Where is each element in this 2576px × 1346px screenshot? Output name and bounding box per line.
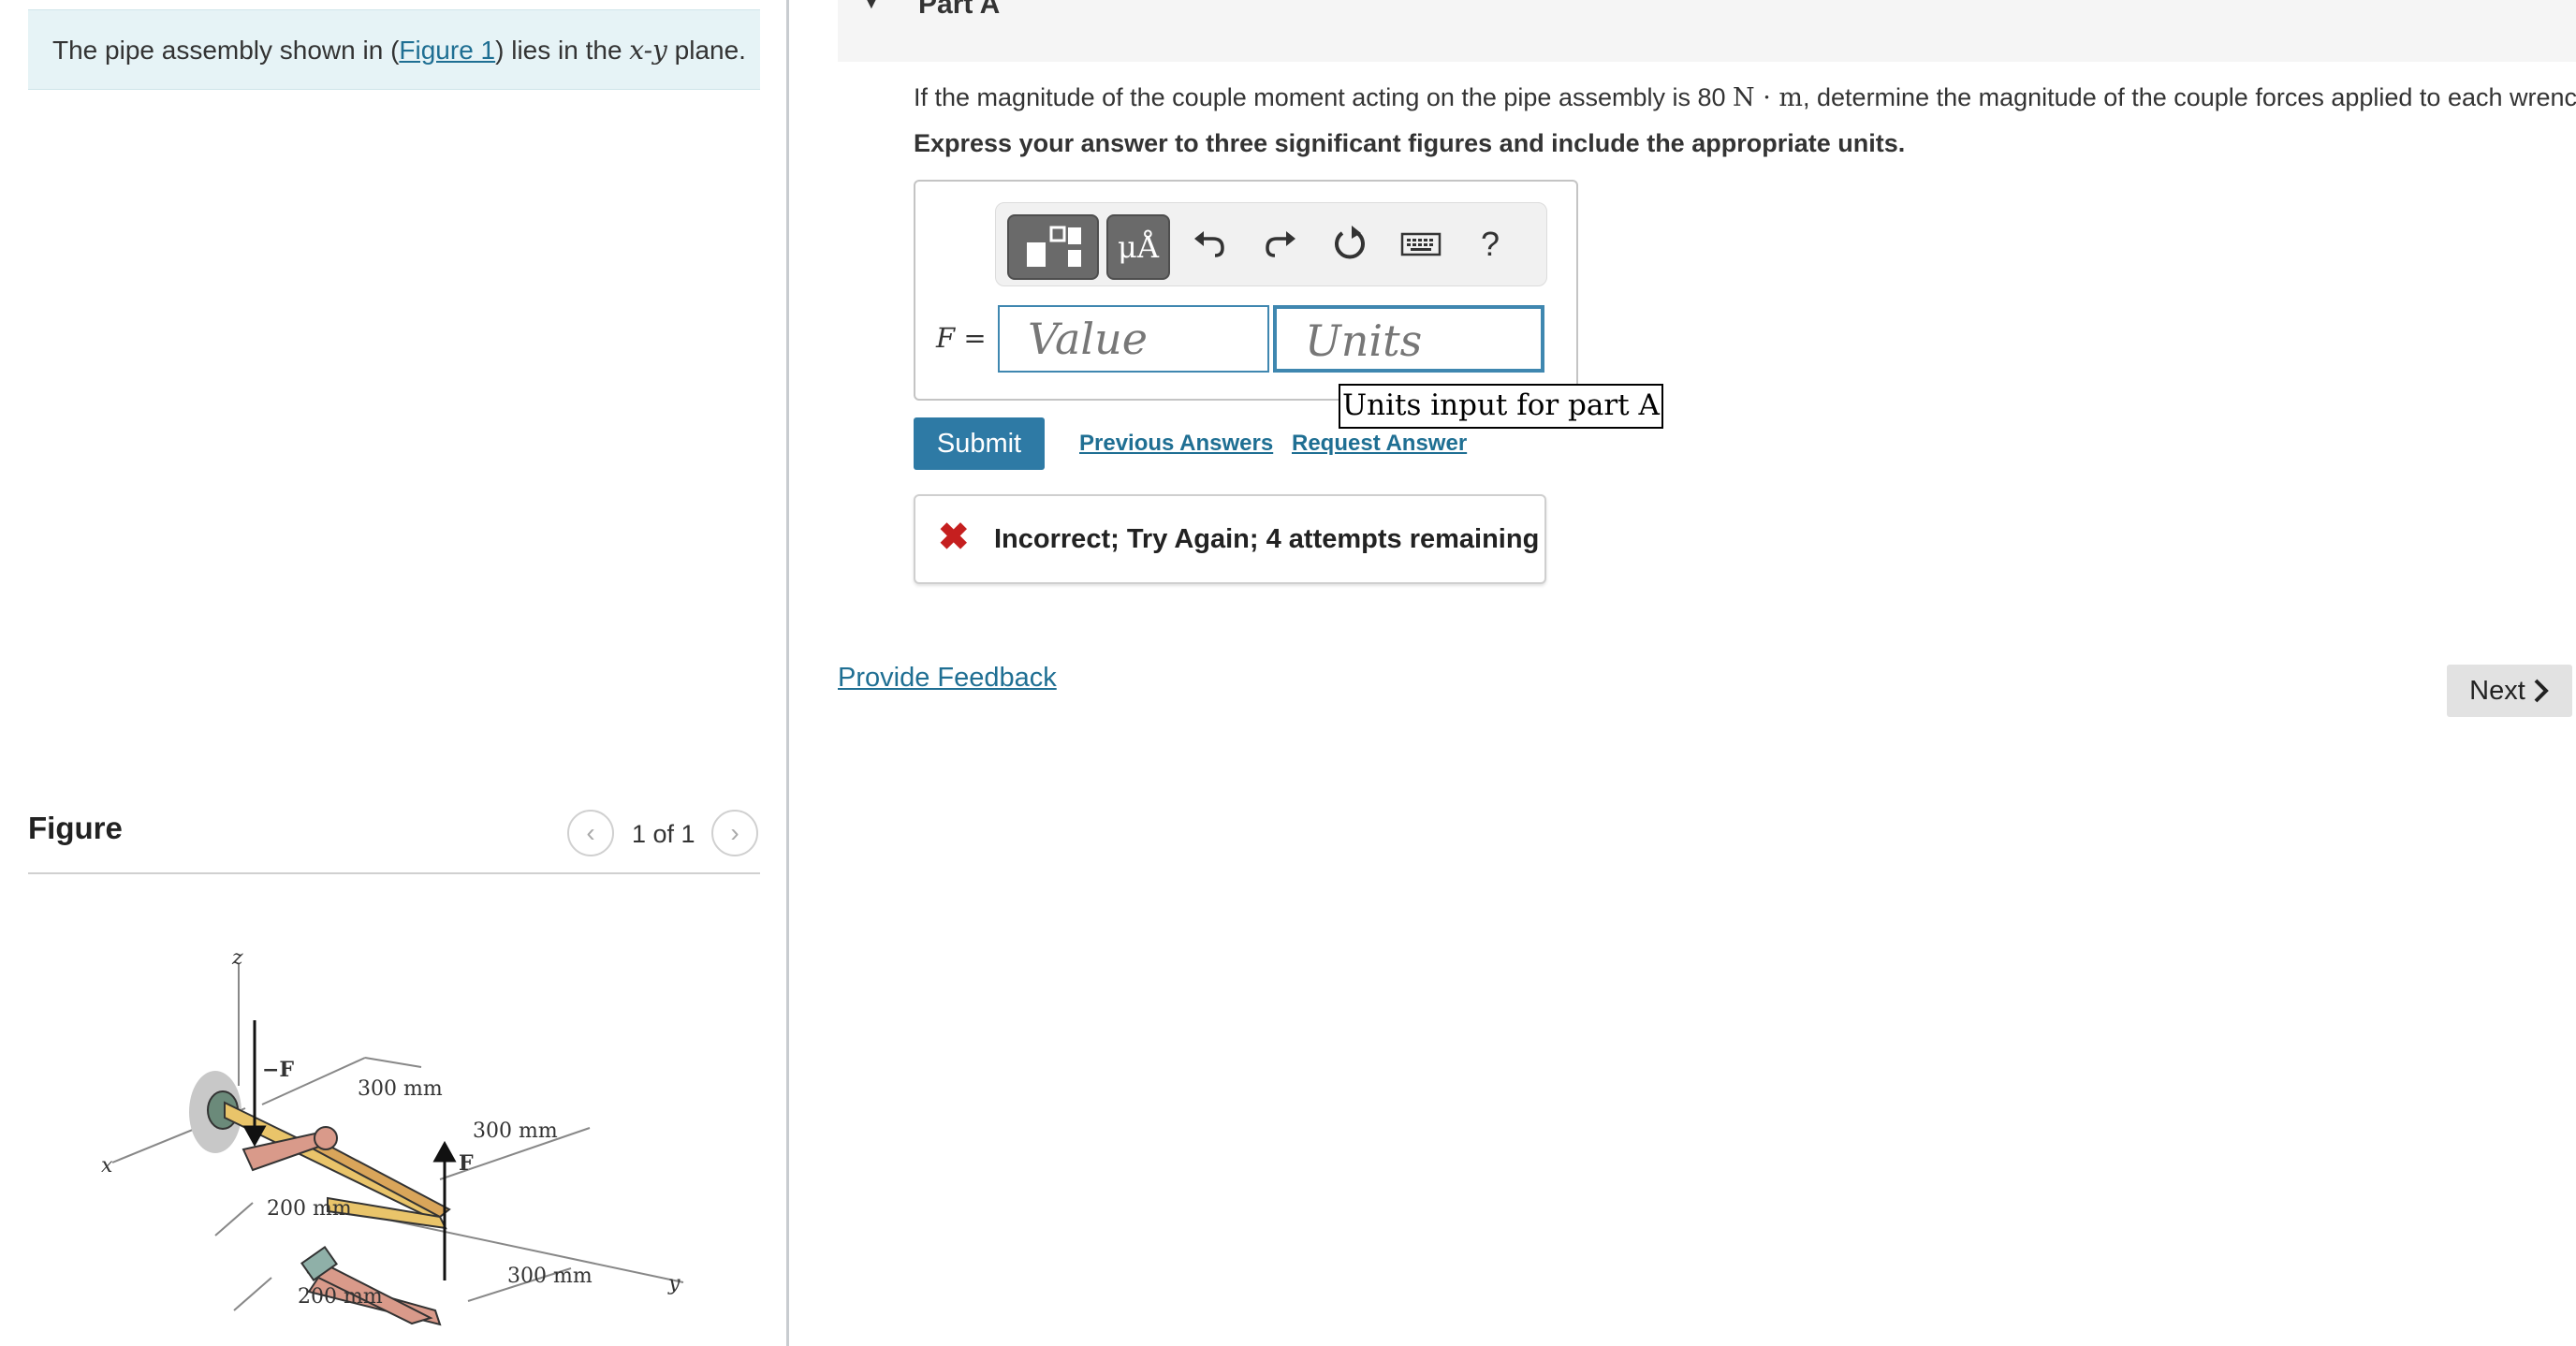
dimension-label: 200 mm	[267, 1197, 352, 1221]
units-input[interactable]: Units	[1273, 305, 1544, 373]
collapse-caret-icon[interactable]: ▼	[862, 0, 881, 14]
templates-icon	[1027, 226, 1081, 267]
figure-counter: 1 of 1	[632, 820, 695, 848]
intro-text-middle: ) lies in the	[495, 36, 630, 65]
provide-feedback-link[interactable]: Provide Feedback	[838, 663, 1057, 694]
force-label: F	[459, 1151, 474, 1176]
chevron-left-icon: ‹	[586, 818, 595, 847]
chevron-right-icon	[2534, 679, 2549, 703]
instruction-text: Express your answer to three significant…	[914, 129, 1906, 157]
question-text: If the magnitude of the couple moment ac…	[914, 80, 2576, 115]
submit-button[interactable]: Submit	[914, 417, 1045, 470]
units-button[interactable]: μÅ	[1106, 214, 1170, 280]
help-button[interactable]: ?	[1464, 218, 1516, 271]
question-after: , determine the magnitude of the couple …	[1803, 83, 2576, 111]
figure-header: Figure ‹ 1 of 1 ›	[28, 807, 760, 874]
templates-button[interactable]	[1007, 214, 1099, 280]
help-icon: ?	[1480, 225, 1500, 263]
y-axis-label: y	[667, 1272, 681, 1295]
redo-button[interactable]	[1254, 218, 1307, 271]
reset-icon	[1335, 226, 1365, 259]
next-figure-button[interactable]: ›	[711, 810, 758, 856]
neg-force-label: −F	[262, 1058, 294, 1082]
error-x-icon: ✖	[938, 517, 970, 558]
intro-text-after: plane.	[666, 36, 746, 65]
question-before: If the magnitude of the couple moment ac…	[914, 83, 1734, 111]
previous-answers-link[interactable]: Previous Answers	[1079, 431, 1273, 457]
intro-text: The pipe assembly shown in (Figure 1) li…	[52, 35, 746, 66]
pipe-assembly-figure: z x y −F F 300 mm 300 mm 300 mm 200 mm 2…	[101, 946, 684, 1326]
units-icon: μÅ	[1118, 229, 1159, 265]
units-tooltip: Units input for part A	[1339, 384, 1663, 429]
dimension-label: 200 mm	[298, 1285, 383, 1309]
question-unit: N · m	[1733, 83, 1804, 112]
math-toolbar: μÅ ?	[995, 202, 1547, 286]
problem-intro: The pipe assembly shown in (Figure 1) li…	[28, 9, 760, 90]
figure-title: Figure	[28, 811, 123, 845]
dimension-label: 300 mm	[358, 1077, 443, 1101]
plane-variable: x-y	[629, 35, 667, 66]
part-title: Part A	[918, 0, 1001, 20]
part-header[interactable]: ▼ Part A	[838, 0, 2576, 62]
answer-box: μÅ ? F = Value Units	[914, 180, 1578, 401]
previous-figure-button[interactable]: ‹	[567, 810, 614, 856]
intro-text-before: The pipe assembly shown in (	[52, 36, 400, 65]
feedback-message: ✖ Incorrect; Try Again; 4 attempts remai…	[914, 494, 1546, 584]
variable-label: F =	[936, 322, 987, 355]
undo-icon	[1194, 231, 1224, 257]
figure-link[interactable]: Figure 1	[399, 36, 495, 65]
chevron-right-icon: ›	[730, 818, 739, 847]
feedback-text: Incorrect; Try Again; 4 attempts remaini…	[994, 524, 1540, 554]
request-answer-link[interactable]: Request Answer	[1292, 431, 1467, 457]
next-label: Next	[2469, 675, 2525, 706]
dimension-label: 300 mm	[507, 1265, 593, 1288]
x-axis-label: x	[101, 1154, 113, 1178]
value-input[interactable]: Value	[998, 305, 1269, 373]
undo-button[interactable]	[1183, 218, 1236, 271]
reset-button[interactable]	[1324, 218, 1376, 271]
left-pane: The pipe assembly shown in (Figure 1) li…	[0, 0, 786, 1346]
dimension-label: 300 mm	[473, 1119, 558, 1143]
next-button[interactable]: Next	[2447, 665, 2572, 717]
z-axis-label: z	[231, 946, 243, 970]
keyboard-button[interactable]	[1395, 218, 1447, 271]
variable-label-text: F =	[936, 322, 987, 354]
redo-icon	[1266, 231, 1295, 257]
keyboard-icon	[1400, 232, 1442, 256]
right-pane: ▼ Part A If the magnitude of the couple …	[789, 0, 2576, 1346]
